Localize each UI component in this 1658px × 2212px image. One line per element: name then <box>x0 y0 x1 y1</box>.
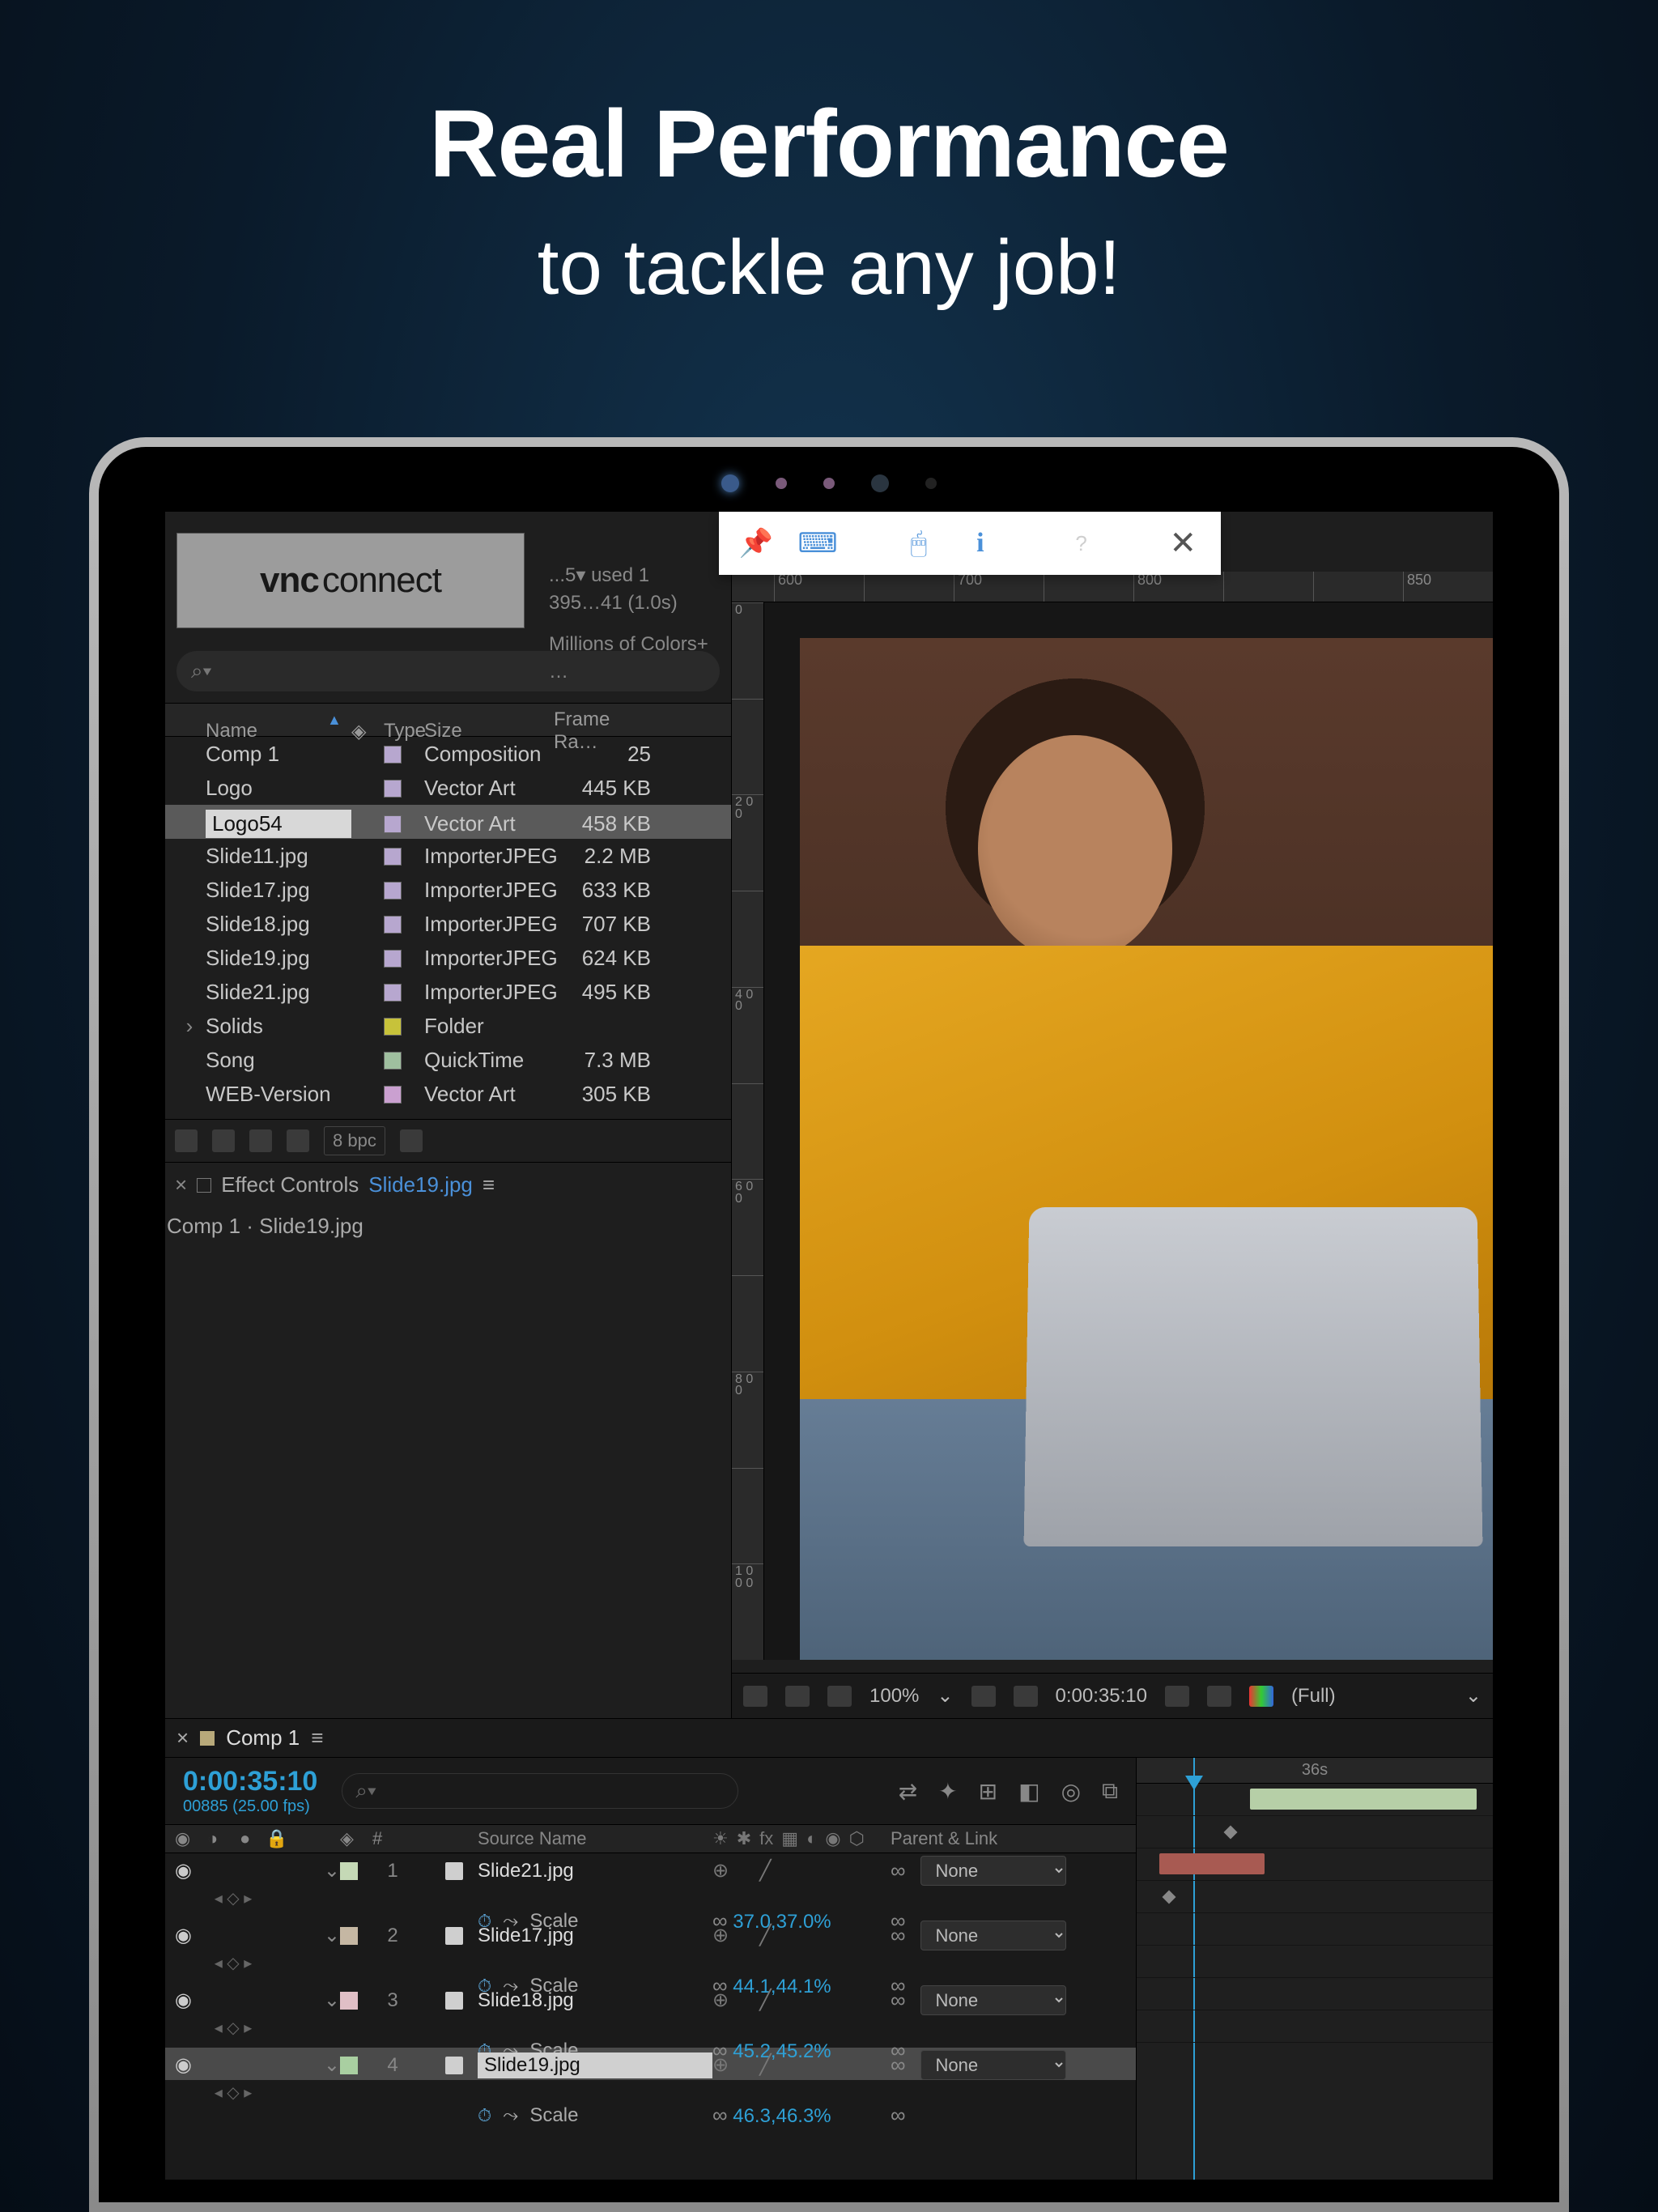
render-icon[interactable]: ⧉ <box>1102 1778 1118 1805</box>
project-row[interactable]: LogoVector Art445 KB <box>165 771 731 805</box>
hero-title: Real Performance <box>0 89 1658 199</box>
trash-icon[interactable] <box>400 1129 423 1152</box>
viewer-timecode[interactable]: 0:00:35:10 <box>1056 1685 1147 1708</box>
pin-icon[interactable]: 📌 <box>743 530 769 556</box>
new-comp-icon[interactable] <box>249 1129 272 1152</box>
num-col: # <box>372 1828 413 1849</box>
comp-chip-icon <box>200 1731 215 1746</box>
ruler-vertical: 02 0 04 0 06 0 08 0 01 0 0 0 <box>732 602 764 1660</box>
snapshot-icon[interactable] <box>1165 1686 1189 1707</box>
tablet-cameras <box>721 474 937 492</box>
track-area[interactable]: 36s <box>1137 1758 1493 2180</box>
resolution-select[interactable]: (Full) <box>1291 1685 1336 1708</box>
preview-image <box>800 638 1493 1660</box>
brand-logo: vncconnect <box>176 533 525 628</box>
vnc-toolbar[interactable]: 📌 ⌨ 🖱 i ? ✕ <box>719 512 1221 575</box>
eye-col-icon: ◉ <box>175 1828 207 1849</box>
effect-panel-label: Effect Controls <box>221 1172 359 1197</box>
effect-controls-tab[interactable]: × Effect Controls Slide19.jpg ≡ <box>165 1168 731 1202</box>
effect-target[interactable]: Slide19.jpg <box>368 1172 473 1197</box>
close-icon[interactable]: ✕ <box>1169 525 1197 562</box>
motion-blur-icon[interactable]: ◧ <box>1018 1778 1039 1805</box>
parent-col[interactable]: Parent & Link <box>891 1828 1133 1849</box>
canvas-area[interactable] <box>764 602 1493 1660</box>
sort-icon[interactable]: ▲ <box>327 712 342 729</box>
project-rows: Comp 1Composition25LogoVector Art445 KBL… <box>165 737 731 1111</box>
bpc-toggle[interactable]: 8 bpc <box>324 1126 385 1155</box>
project-row[interactable]: WEB-VersionVector Art305 KB <box>165 1077 731 1111</box>
col-type[interactable]: Type <box>384 720 424 742</box>
project-row[interactable]: SongQuickTime7.3 MB <box>165 1043 731 1077</box>
ruler-horizontal: 600700800850 <box>732 572 1493 602</box>
comp-flow-icon[interactable]: ⇄ <box>899 1778 917 1805</box>
info-icon[interactable]: i <box>967 530 993 556</box>
timeline-panel: × Comp 1 ≡ 0:00:35:10 00885 (25.00 fps) … <box>165 1718 1493 2180</box>
timeline-tab[interactable]: × Comp 1 ≡ <box>165 1719 1493 1758</box>
project-row[interactable]: Slide11.jpgImporterJPEG2.2 MB <box>165 839 731 873</box>
parent-select[interactable]: None <box>920 1921 1066 1950</box>
project-header[interactable]: Name ▲ ◈ Type Size Frame Ra… <box>165 703 731 737</box>
project-row[interactable]: Slide21.jpgImporterJPEG495 KB <box>165 975 731 1009</box>
project-row[interactable]: ›SolidsFolder <box>165 1009 731 1043</box>
current-timecode[interactable]: 0:00:35:10 <box>183 1766 317 1797</box>
keyboard-icon[interactable]: ⌨ <box>805 530 831 556</box>
graph-icon[interactable]: ◎ <box>1061 1778 1081 1805</box>
project-footer: 8 bpc <box>165 1119 731 1162</box>
lock-col-icon: 🔒 <box>266 1828 291 1849</box>
frame-blend-icon[interactable]: ⊞ <box>979 1778 997 1805</box>
tablet-frame: vncconnect ...5▾ used 1 395…41 (1.0s) Mi… <box>89 437 1569 2212</box>
panel-menu-icon[interactable]: ≡ <box>311 1725 323 1750</box>
hero-subtitle: to tackle any job! <box>0 223 1658 313</box>
label-col-icon: ◈ <box>340 1828 372 1849</box>
mouse-icon[interactable]: 🖱 <box>906 530 932 556</box>
timeline-search[interactable]: ⌕▾ <box>342 1773 738 1809</box>
project-row[interactable]: Slide18.jpgImporterJPEG707 KB <box>165 907 731 941</box>
parent-select[interactable]: None <box>920 1856 1066 1886</box>
hero-text: Real Performance to tackle any job! <box>0 0 1658 313</box>
parent-select[interactable]: None <box>920 1985 1066 2015</box>
3d-icon[interactable] <box>827 1686 852 1707</box>
interpret-icon[interactable] <box>175 1129 198 1152</box>
audio-col-icon: ◑ <box>207 1828 240 1849</box>
grid-icon[interactable] <box>971 1686 996 1707</box>
project-row[interactable]: Slide19.jpgImporterJPEG624 KB <box>165 941 731 975</box>
col-size[interactable]: Size <box>424 720 554 742</box>
app-window: vncconnect ...5▾ used 1 395…41 (1.0s) Mi… <box>165 512 1493 2180</box>
switches-col: ☀✱fx▦◐◉⬡ <box>712 1828 891 1849</box>
solo-col-icon: ● <box>240 1828 266 1849</box>
new-folder-icon[interactable] <box>212 1129 235 1152</box>
composition-viewer: 📌 ⌨ 🖱 i ? ✕ 600700800850 02 0 04 0 06 0 … <box>732 512 1493 1718</box>
panel-menu-icon[interactable]: ≡ <box>483 1172 495 1197</box>
panel-lock-icon[interactable] <box>197 1178 211 1193</box>
magnify-icon[interactable] <box>743 1686 767 1707</box>
close-icon[interactable]: × <box>176 1725 189 1750</box>
project-row[interactable]: Logo54Vector Art458 KB <box>165 805 731 839</box>
viewer-footer: 100%⌄ 0:00:35:10 (Full) ⌄ <box>732 1673 1493 1718</box>
color-mgmt-icon[interactable] <box>1249 1686 1273 1707</box>
parent-select[interactable]: None <box>920 2050 1066 2080</box>
tag-icon: ◈ <box>351 720 384 743</box>
display-icon[interactable] <box>785 1686 810 1707</box>
channel-icon[interactable] <box>1207 1686 1231 1707</box>
shy-icon[interactable]: ✦ <box>938 1778 957 1805</box>
current-frame: 00885 (25.00 fps) <box>183 1797 317 1816</box>
layer-columns-header: ◉ ◑ ● 🔒 ◈ # Source Name ☀✱fx▦◐◉⬡ <box>165 1824 1136 1853</box>
property-row[interactable]: ◂ ◇ ▸⏱⤳ Scale 44.1,44.1% <box>165 1950 1136 1983</box>
layer-row[interactable]: ◉⌄ 4Slide19.jpg⊕╱None <box>165 2048 1136 2080</box>
mask-icon[interactable] <box>1014 1686 1038 1707</box>
effect-breadcrumb: Comp 1 · Slide19.jpg <box>165 1202 731 1250</box>
zoom-select[interactable]: 100% <box>869 1685 919 1708</box>
search-icon: ⌕▾ <box>191 658 211 684</box>
col-fr[interactable]: Frame Ra… <box>554 708 651 754</box>
property-row[interactable]: ◂ ◇ ▸⏱⤳ Scale 45.2,45.2% <box>165 2015 1136 2048</box>
close-icon[interactable]: × <box>175 1172 187 1197</box>
help-icon[interactable]: ? <box>1069 530 1095 556</box>
source-col[interactable]: Source Name <box>478 1828 712 1849</box>
property-row[interactable]: ◂ ◇ ▸⏱⤳ Scale 46.3,46.3% <box>165 2080 1136 2112</box>
property-row[interactable]: ◂ ◇ ▸⏱⤳ Scale 37.0,37.0% <box>165 1886 1136 1918</box>
layer-row[interactable]: ◉⌄ 1Slide21.jpg⊕╱None <box>165 1853 1136 1886</box>
adjustment-icon[interactable] <box>287 1129 309 1152</box>
project-row[interactable]: Slide17.jpgImporterJPEG633 KB <box>165 873 731 907</box>
